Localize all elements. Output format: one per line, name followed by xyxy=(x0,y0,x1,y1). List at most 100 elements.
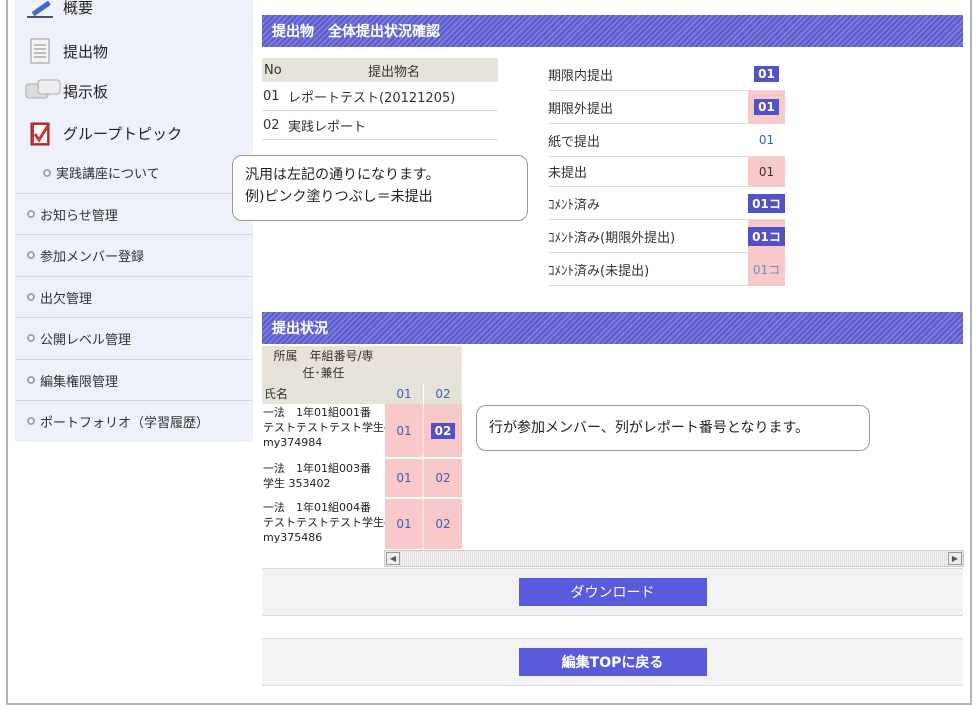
grid-col-header[interactable]: 02 xyxy=(424,384,462,404)
grid-cell[interactable]: 02 xyxy=(424,404,462,457)
sidebar-item-board[interactable]: 掲示板 xyxy=(25,76,108,106)
member-line: テストテストテスト学生d xyxy=(263,516,385,529)
sidebar: 概要 提出物 掲示板 グループトピック 実践講座について お知らせ管理 参加メン… xyxy=(15,0,253,442)
row-no: 01 xyxy=(263,88,280,104)
legend-label: 期限外提出 xyxy=(548,101,614,117)
legend-value: 01コ xyxy=(752,262,781,277)
sidebar-item-notice[interactable]: お知らせ管理 xyxy=(15,193,253,234)
download-button-area: ダウンロード xyxy=(262,568,963,616)
row-name: 実践レポート xyxy=(288,119,367,135)
member-info: 一法 1年01組004番 テストテストテスト学生d my375486 xyxy=(262,500,385,545)
pencil-icon xyxy=(25,0,55,22)
chat-icon xyxy=(25,78,61,104)
legend-value: 01コ xyxy=(748,226,785,246)
cell-value: 02 xyxy=(430,422,456,439)
member-info: 一法 1年01組003番 学生 353402 xyxy=(262,461,385,491)
legend-cell: 01コ xyxy=(748,187,785,220)
legend-row-unsubmitted: 未提出 01 xyxy=(548,156,785,187)
callout-line: 汎用は左記の通りになります。 xyxy=(245,167,440,183)
grid-header-name: 氏名 xyxy=(262,384,385,404)
bullet-icon xyxy=(27,210,35,218)
sidebar-item-label: 提出物 xyxy=(63,42,109,61)
member-info: 一法 1年01組001番 テストテストテスト学生d my374984 xyxy=(262,405,385,450)
legend-row-commented-late: ｺﾒﾝﾄ済み(期限外提出) 01コ xyxy=(548,219,785,253)
sidebar-item-label: 概要 xyxy=(63,0,94,17)
cell-value: 02 xyxy=(435,471,451,485)
sidebar-subitem-practice[interactable]: 実践講座について xyxy=(43,163,160,182)
member-line: テストテストテスト学生d xyxy=(263,421,385,434)
row-no: 02 xyxy=(263,117,280,133)
legend-value: 01 xyxy=(758,133,775,147)
bullet-icon xyxy=(27,417,35,425)
bullet-icon xyxy=(27,376,35,384)
table-row: 一法 1年01組001番 テストテストテスト学生d my374984 01 02 xyxy=(262,404,462,457)
legend-label: ｺﾒﾝﾄ済み(未提出) xyxy=(548,263,650,279)
table-row[interactable]: 02 実践レポート xyxy=(262,111,498,140)
sidebar-item-label: 参加メンバー登録 xyxy=(40,249,145,265)
table-row: 一法 1年01組004番 テストテストテスト学生d my375486 01 02 xyxy=(262,499,462,549)
legend-cell: 01 xyxy=(748,58,785,91)
legend-value: 01 xyxy=(758,164,775,179)
legend-label: ｺﾒﾝﾄ済み(期限外提出) xyxy=(548,230,676,246)
scroll-right-icon[interactable]: ▶ xyxy=(948,552,962,565)
legend-cell: 01コ xyxy=(748,252,785,286)
sidebar-item-edit-permission[interactable]: 編集権限管理 xyxy=(15,359,253,400)
legend-value: 01コ xyxy=(748,193,785,213)
submission-table: No 提出物名 01 レポートテスト(20121205) 02 実践レポート xyxy=(262,58,498,140)
cell-value: 01 xyxy=(396,471,412,485)
table-row: 一法 1年01組003番 学生 353402 01 02 xyxy=(262,459,462,497)
sidebar-item-label: 編集権限管理 xyxy=(40,374,119,390)
download-button[interactable]: ダウンロード xyxy=(518,578,707,606)
grid-header-spacer xyxy=(385,346,462,384)
grid-header-affiliation: 所属 年組番号/専 任･兼任 xyxy=(262,346,385,384)
callout-line: 例)ピンク塗りつぶし＝未提出 xyxy=(245,189,433,205)
sidebar-item-label: ポートフォリオ（学習履歴） xyxy=(40,415,210,431)
grid-header-line: 所属 年組番号/専 xyxy=(273,349,374,363)
grid-cell[interactable]: 02 xyxy=(424,459,462,497)
document-icon xyxy=(25,38,55,64)
grid-cell[interactable]: 02 xyxy=(424,499,462,549)
back-button-area: 編集TOPに戻る xyxy=(262,638,963,686)
grid-header-line: 任･兼任 xyxy=(302,366,345,380)
member-line: 一法 1年01組003番 xyxy=(263,462,371,475)
member-line: 一法 1年01組004番 xyxy=(263,501,371,514)
legend-row-ontime: 期限内提出 01 xyxy=(548,58,785,91)
sidebar-item-portfolio[interactable]: ポートフォリオ（学習履歴） xyxy=(15,400,253,441)
sidebar-item-label: 出欠管理 xyxy=(40,291,93,307)
grid-col-header[interactable]: 01 xyxy=(385,384,423,404)
cell-value: 02 xyxy=(435,517,451,531)
sidebar-item-overview[interactable]: 概要 xyxy=(25,0,93,22)
legend-value: 01 xyxy=(754,99,779,115)
grid-cell[interactable]: 01 xyxy=(385,404,423,457)
legend-row-late: 期限外提出 01 xyxy=(548,90,785,124)
horizontal-scrollbar[interactable]: ◀ ▶ xyxy=(384,550,964,567)
sidebar-item-submission[interactable]: 提出物 xyxy=(25,36,108,66)
notebook-icon xyxy=(25,120,55,146)
member-line: my375486 xyxy=(263,531,323,544)
sidebar-item-label: グループトピック xyxy=(63,124,183,143)
legend-label: 未提出 xyxy=(548,166,588,181)
back-to-edit-top-button[interactable]: 編集TOPに戻る xyxy=(518,648,707,676)
legend-row-commented-unsubmitted: ｺﾒﾝﾄ済み(未提出) 01コ xyxy=(548,252,785,286)
grid-cell[interactable]: 01 xyxy=(385,499,423,549)
legend-cell: 01 xyxy=(748,156,785,187)
sidebar-item-group-topic[interactable]: グループトピック xyxy=(25,118,182,148)
legend-cell: 01コ xyxy=(748,219,785,253)
table-row[interactable]: 01 レポートテスト(20121205) xyxy=(262,82,498,111)
legend-label: 期限内提出 xyxy=(548,68,614,84)
sidebar-item-label: 掲示板 xyxy=(63,82,109,101)
sidebar-item-attendance[interactable]: 出欠管理 xyxy=(15,276,253,317)
sidebar-item-members[interactable]: 参加メンバー登録 xyxy=(15,234,253,275)
scroll-left-icon[interactable]: ◀ xyxy=(386,552,400,565)
panel-title-submission-grid: 提出状況 xyxy=(262,312,963,344)
cell-value: 01 xyxy=(396,517,412,531)
row-name: レポートテスト(20121205) xyxy=(288,90,456,106)
member-line: 一法 1年01組001番 xyxy=(263,406,371,419)
sidebar-item-label: 公開レベル管理 xyxy=(40,332,132,348)
grid-cell[interactable]: 01 xyxy=(385,459,423,497)
cell-value: 01 xyxy=(396,423,412,438)
member-line: my374984 xyxy=(263,436,323,449)
legend-label: ｺﾒﾝﾄ済み xyxy=(548,197,601,213)
sidebar-item-public-level[interactable]: 公開レベル管理 xyxy=(15,317,253,358)
col-header-name: 提出物名 xyxy=(367,64,420,80)
